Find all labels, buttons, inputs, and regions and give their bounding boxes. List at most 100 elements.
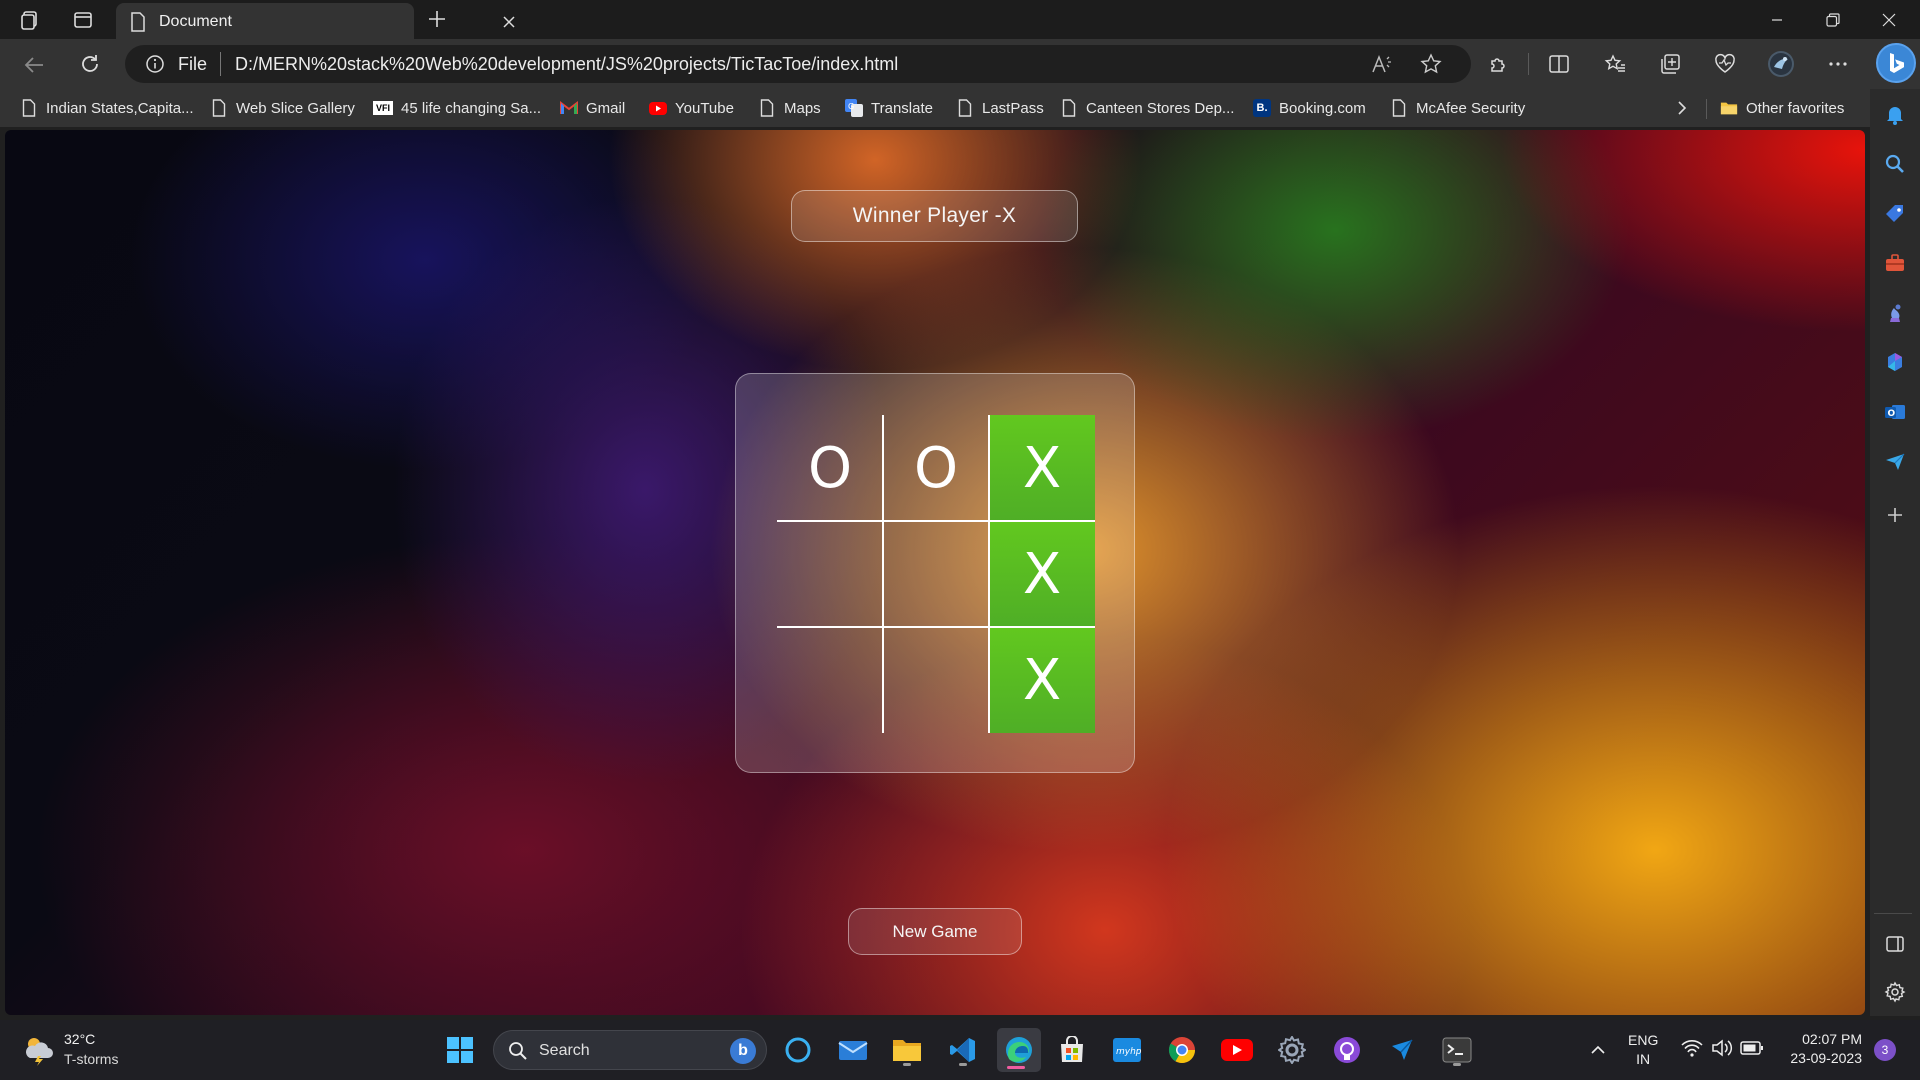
- board-cell[interactable]: X: [989, 521, 1095, 627]
- bookmark-mcafee[interactable]: McAfee Security: [1390, 97, 1525, 119]
- bookmark-translate[interactable]: G Translate: [845, 97, 933, 119]
- bookmark-label: McAfee Security: [1416, 99, 1526, 117]
- translate-icon: G: [845, 99, 863, 117]
- board-cell[interactable]: O: [777, 415, 883, 521]
- read-aloud-icon[interactable]: [1370, 52, 1394, 76]
- board-cell[interactable]: [883, 521, 989, 627]
- bookmark-canteen-stores[interactable]: Canteen Stores Dep...: [1060, 97, 1234, 119]
- taskbar-search[interactable]: Search b: [493, 1030, 767, 1070]
- close-window-icon[interactable]: [1862, 0, 1916, 39]
- chevron-right-icon[interactable]: [1672, 98, 1692, 118]
- mail-icon[interactable]: [834, 1031, 872, 1069]
- back-icon[interactable]: [20, 51, 48, 79]
- bookmark-maps[interactable]: Maps: [758, 97, 821, 119]
- address-bar[interactable]: File D:/MERN%20stack%20Web%20development…: [125, 45, 1471, 83]
- settings-gear-icon[interactable]: [1273, 1031, 1311, 1069]
- board-cell[interactable]: [777, 521, 883, 627]
- search-icon[interactable]: [1882, 151, 1908, 177]
- file-explorer-icon[interactable]: [888, 1031, 926, 1069]
- profile-avatar[interactable]: [1766, 49, 1796, 79]
- system-clock[interactable]: 02:07 PM 23-09-2023: [1782, 1030, 1862, 1068]
- refresh-icon[interactable]: [76, 50, 104, 78]
- send-icon[interactable]: [1882, 448, 1908, 474]
- bookmark-label: Gmail: [586, 99, 626, 117]
- restore-icon[interactable]: [1806, 0, 1860, 39]
- paper-plane-icon[interactable]: [1383, 1031, 1421, 1069]
- other-favorites[interactable]: Other favorites: [1720, 97, 1844, 119]
- booking-icon: B.: [1253, 99, 1271, 117]
- split-screen-icon[interactable]: [1545, 50, 1573, 78]
- board-cell[interactable]: O: [883, 415, 989, 521]
- start-windows-icon[interactable]: [441, 1031, 479, 1069]
- bookmark-youtube[interactable]: YouTube: [649, 97, 734, 119]
- bookmark-label: Booking.com: [1279, 99, 1366, 117]
- address-url[interactable]: D:/MERN%20stack%20Web%20development/JS%2…: [235, 54, 898, 75]
- bookmark-web-slice-gallery[interactable]: Web Slice Gallery: [210, 97, 355, 119]
- new-tab-icon[interactable]: [424, 6, 450, 32]
- wifi-icon[interactable]: [1681, 1039, 1703, 1057]
- close-tab-icon[interactable]: [500, 13, 518, 31]
- weather-temperature[interactable]: 32°C: [64, 1031, 95, 1047]
- search-label: Search: [539, 1042, 590, 1059]
- battery-icon[interactable]: [1740, 1040, 1764, 1056]
- language-indicator[interactable]: ENG IN: [1628, 1031, 1658, 1069]
- bing-chat-icon[interactable]: [1876, 43, 1916, 83]
- github-icon[interactable]: [1328, 1031, 1366, 1069]
- youtube-icon[interactable]: [1218, 1031, 1256, 1069]
- weather-description[interactable]: T-storms: [64, 1051, 118, 1067]
- notification-badge[interactable]: 3: [1874, 1039, 1896, 1061]
- page-icon: [1390, 99, 1408, 117]
- board-cell[interactable]: [883, 627, 989, 733]
- edge-sidebar: O: [1870, 89, 1920, 1016]
- browser-essentials-icon[interactable]: [1711, 50, 1739, 78]
- weather-storm-icon[interactable]: [22, 1032, 56, 1066]
- tools-icon[interactable]: [1882, 250, 1908, 276]
- bookmark-gmail[interactable]: Gmail: [560, 97, 625, 119]
- board-cell[interactable]: X: [989, 627, 1095, 733]
- notification-bell-icon[interactable]: [1882, 102, 1908, 128]
- add-icon[interactable]: [1882, 502, 1908, 528]
- favorites-icon[interactable]: [1601, 50, 1629, 78]
- bookmark-label: Indian States,Capita...: [46, 99, 194, 117]
- cortana-icon[interactable]: [779, 1031, 817, 1069]
- settings-gear-icon[interactable]: [1882, 979, 1908, 1005]
- terminal-icon[interactable]: [1438, 1031, 1476, 1069]
- board-cell[interactable]: [777, 627, 883, 733]
- more-options-icon[interactable]: [1824, 50, 1852, 78]
- bookmark-booking[interactable]: B. Booking.com: [1253, 97, 1366, 119]
- bookmark-label: 45 life changing Sa...: [401, 99, 542, 117]
- vscode-icon[interactable]: [944, 1031, 982, 1069]
- tab-document[interactable]: Document: [116, 3, 515, 39]
- bookmark-45-life-changing[interactable]: VFI 45 life changing Sa...: [373, 97, 541, 119]
- grid-line-horizontal: [777, 626, 1095, 628]
- chrome-icon[interactable]: [1163, 1031, 1201, 1069]
- collections-icon[interactable]: [1656, 50, 1684, 78]
- address-separator: [220, 52, 221, 76]
- vertical-tabs-icon[interactable]: [70, 7, 96, 33]
- info-icon[interactable]: [145, 54, 165, 74]
- microsoft-store-icon[interactable]: [1053, 1031, 1091, 1069]
- board-container: O O X X X: [735, 373, 1135, 773]
- new-game-button[interactable]: New Game: [848, 908, 1022, 955]
- favorite-star-icon[interactable]: [1419, 52, 1443, 76]
- page-icon: [210, 99, 228, 117]
- workspaces-icon[interactable]: [17, 7, 43, 33]
- board-cell[interactable]: X: [989, 415, 1095, 521]
- chevron-up-icon[interactable]: [1587, 1039, 1609, 1061]
- bookmark-lastpass[interactable]: LastPass: [956, 97, 1044, 119]
- bookmark-indian-states[interactable]: Indian States,Capita...: [20, 97, 194, 119]
- extensions-icon[interactable]: [1485, 50, 1513, 78]
- running-indicator: [1453, 1063, 1461, 1066]
- tab-title: Document: [159, 13, 232, 30]
- minimize-icon[interactable]: [1750, 0, 1804, 39]
- clock-time: 02:07 PM: [1802, 1031, 1862, 1047]
- outlook-icon[interactable]: O: [1882, 399, 1908, 425]
- volume-icon[interactable]: [1711, 1039, 1733, 1057]
- games-icon[interactable]: [1882, 300, 1908, 326]
- sidebar-separator: [1874, 913, 1912, 914]
- hide-sidebar-icon[interactable]: [1882, 931, 1908, 957]
- edge-icon[interactable]: [997, 1028, 1041, 1072]
- myhp-icon[interactable]: myhp: [1108, 1031, 1146, 1069]
- copilot-icon[interactable]: [1882, 349, 1908, 375]
- shopping-tag-icon[interactable]: [1882, 201, 1908, 227]
